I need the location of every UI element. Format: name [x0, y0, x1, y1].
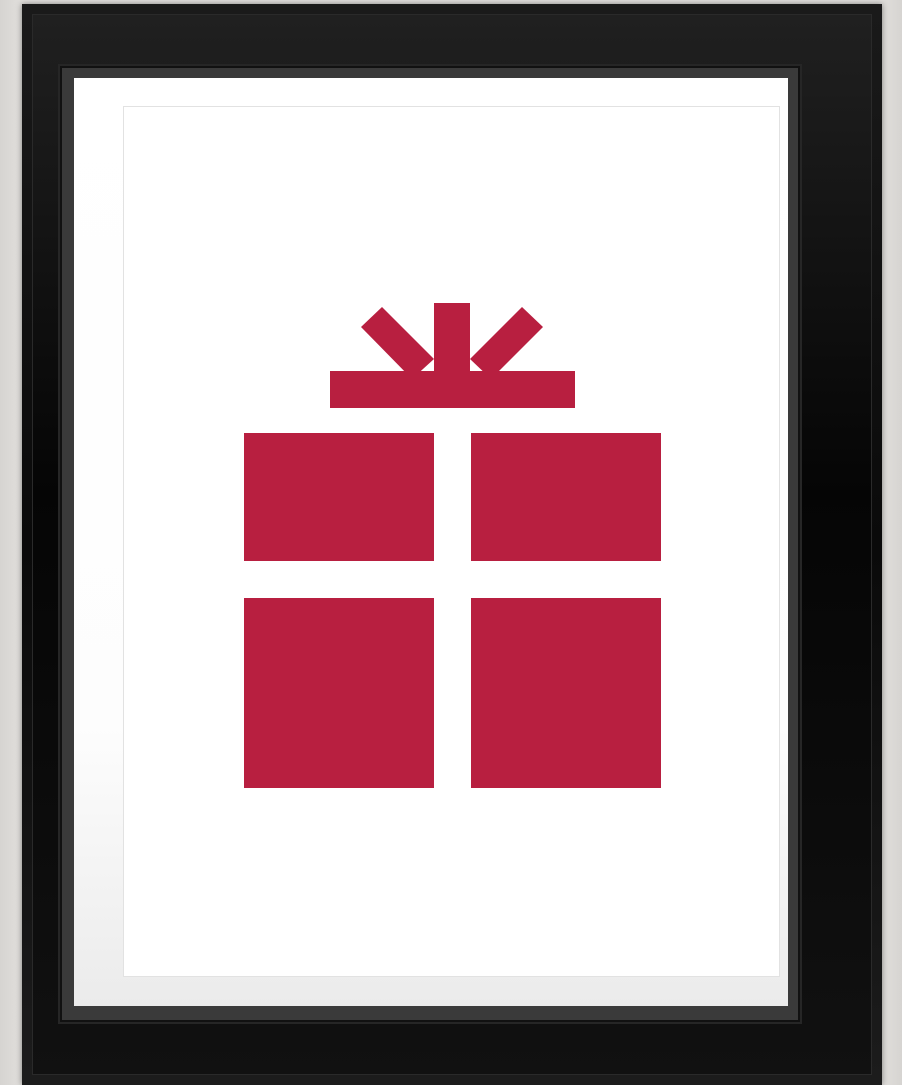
box-bottom-right — [471, 598, 661, 788]
gift-icon — [244, 303, 661, 788]
box-bottom-left — [244, 598, 434, 788]
bow-center-stem — [434, 303, 470, 371]
art-print — [124, 107, 779, 976]
bow-left-loop — [361, 307, 434, 379]
box-top-right — [471, 433, 661, 561]
gift-lid — [330, 371, 575, 408]
box-top-left — [244, 433, 434, 561]
bow-right-loop — [470, 307, 543, 379]
